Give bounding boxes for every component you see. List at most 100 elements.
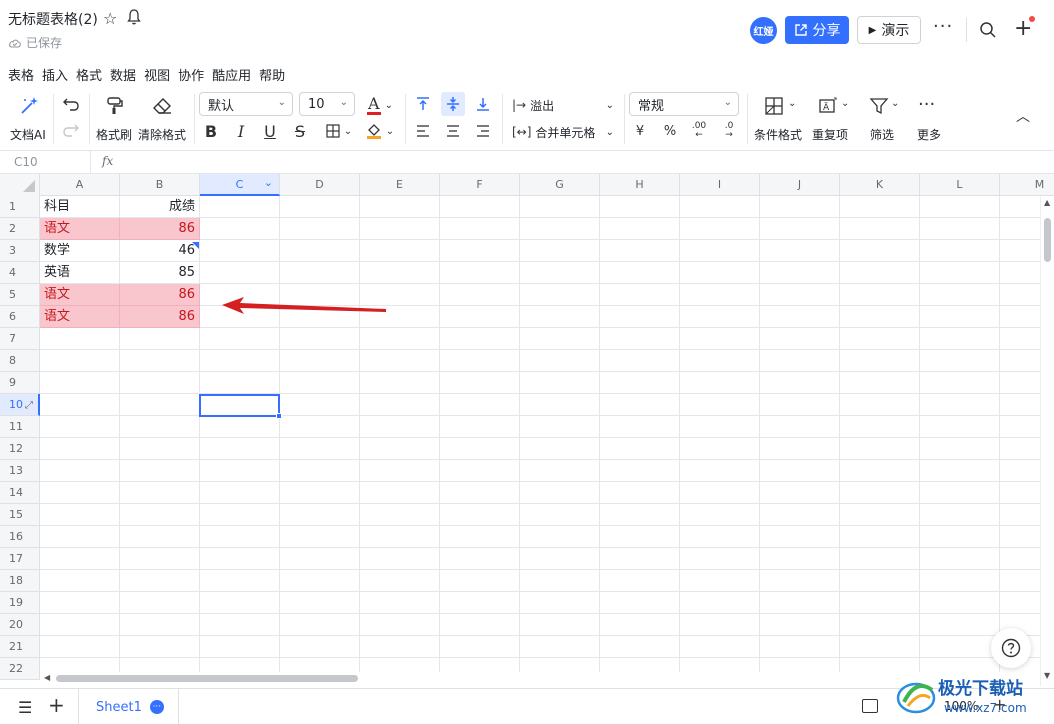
cell-l18[interactable] xyxy=(920,570,1000,592)
cell-f17[interactable] xyxy=(440,548,520,570)
redo-icon[interactable] xyxy=(62,122,80,138)
cell-l9[interactable] xyxy=(920,372,1000,394)
fill-handle[interactable] xyxy=(276,413,282,419)
cell-b4[interactable]: 85 xyxy=(120,262,200,284)
cell-l16[interactable] xyxy=(920,526,1000,548)
cell-b17[interactable] xyxy=(120,548,200,570)
cell-h1[interactable] xyxy=(600,196,680,218)
align-left-icon[interactable] xyxy=(415,123,431,139)
row-header-13[interactable]: 13 xyxy=(0,460,40,482)
more-icon[interactable]: ··· xyxy=(933,16,953,37)
cell-g13[interactable] xyxy=(520,460,600,482)
font-family-select[interactable]: 默认 ⌄ xyxy=(199,92,293,116)
cell-l6[interactable] xyxy=(920,306,1000,328)
cell-i19[interactable] xyxy=(680,592,760,614)
undo-icon[interactable] xyxy=(62,96,80,112)
cell-j15[interactable] xyxy=(760,504,840,526)
cell-f15[interactable] xyxy=(440,504,520,526)
cell-k19[interactable] xyxy=(840,592,920,614)
cell-h3[interactable] xyxy=(600,240,680,262)
cell-d2[interactable] xyxy=(280,218,360,240)
cell-j20[interactable] xyxy=(760,614,840,636)
cell-h2[interactable] xyxy=(600,218,680,240)
cell-d17[interactable] xyxy=(280,548,360,570)
cell-k5[interactable] xyxy=(840,284,920,306)
cell-i20[interactable] xyxy=(680,614,760,636)
cell-a3[interactable]: 数学 xyxy=(40,240,120,262)
cell-j3[interactable] xyxy=(760,240,840,262)
cell-j4[interactable] xyxy=(760,262,840,284)
cell-h4[interactable] xyxy=(600,262,680,284)
cell-e3[interactable] xyxy=(360,240,440,262)
cell-j17[interactable] xyxy=(760,548,840,570)
cell-e17[interactable] xyxy=(360,548,440,570)
cell-h14[interactable] xyxy=(600,482,680,504)
cell-d21[interactable] xyxy=(280,636,360,658)
help-button[interactable] xyxy=(991,628,1031,668)
cell-f11[interactable] xyxy=(440,416,520,438)
cell-b12[interactable] xyxy=(120,438,200,460)
scroll-up-icon[interactable]: ▲ xyxy=(1044,198,1050,207)
cell-h8[interactable] xyxy=(600,350,680,372)
row-header-2[interactable]: 2 xyxy=(0,218,40,240)
cell-e1[interactable] xyxy=(360,196,440,218)
row-header-14[interactable]: 14 xyxy=(0,482,40,504)
cell-g2[interactable] xyxy=(520,218,600,240)
cell-d3[interactable] xyxy=(280,240,360,262)
column-header-c[interactable]: C ⌄ xyxy=(200,174,280,196)
cell-f5[interactable] xyxy=(440,284,520,306)
cell-e19[interactable] xyxy=(360,592,440,614)
cell-i8[interactable] xyxy=(680,350,760,372)
cell-b19[interactable] xyxy=(120,592,200,614)
column-header-k[interactable]: K xyxy=(840,174,920,196)
cell-h5[interactable] xyxy=(600,284,680,306)
avatar[interactable]: 红娅 xyxy=(750,17,777,44)
column-header-a[interactable]: A xyxy=(40,174,120,196)
cell-l5[interactable] xyxy=(920,284,1000,306)
clear-format-button[interactable]: 清除格式 xyxy=(136,92,188,146)
cell-l7[interactable] xyxy=(920,328,1000,350)
cell-g16[interactable] xyxy=(520,526,600,548)
cell-b5[interactable]: 86 xyxy=(120,284,200,306)
row-header-9[interactable]: 9 xyxy=(0,372,40,394)
cell-e4[interactable] xyxy=(360,262,440,284)
cell-e11[interactable] xyxy=(360,416,440,438)
align-right-icon[interactable] xyxy=(475,123,491,139)
cell-e21[interactable] xyxy=(360,636,440,658)
cell-e14[interactable] xyxy=(360,482,440,504)
cell-i1[interactable] xyxy=(680,196,760,218)
cell-j19[interactable] xyxy=(760,592,840,614)
cell-a16[interactable] xyxy=(40,526,120,548)
cell-c19[interactable] xyxy=(200,592,280,614)
column-header-h[interactable]: H xyxy=(600,174,680,196)
cell-j21[interactable] xyxy=(760,636,840,658)
cell-h11[interactable] xyxy=(600,416,680,438)
column-header-b[interactable]: B xyxy=(120,174,200,196)
cell-a13[interactable] xyxy=(40,460,120,482)
row-header-4[interactable]: 4 xyxy=(0,262,40,284)
cell-d9[interactable] xyxy=(280,372,360,394)
cell-i17[interactable] xyxy=(680,548,760,570)
menu-item-data[interactable]: 数据 xyxy=(106,66,140,88)
align-center-icon[interactable] xyxy=(445,123,461,139)
vertical-scroll-thumb[interactable] xyxy=(1044,218,1051,262)
cell-k6[interactable] xyxy=(840,306,920,328)
cell-b11[interactable] xyxy=(120,416,200,438)
cell-k15[interactable] xyxy=(840,504,920,526)
cell-l10[interactable] xyxy=(920,394,1000,416)
cell-i16[interactable] xyxy=(680,526,760,548)
cell-e7[interactable] xyxy=(360,328,440,350)
cell-l19[interactable] xyxy=(920,592,1000,614)
cell-d12[interactable] xyxy=(280,438,360,460)
format-painter-button[interactable]: 格式刷 xyxy=(94,92,134,146)
conditional-format-button[interactable]: ⌄ 条件格式 xyxy=(752,92,806,146)
cell-a2[interactable]: 语文 xyxy=(40,218,120,240)
cell-b18[interactable] xyxy=(120,570,200,592)
filter-button[interactable]: ⌄ 筛选 xyxy=(862,92,904,146)
column-header-l[interactable]: L xyxy=(920,174,1000,196)
cell-d1[interactable] xyxy=(280,196,360,218)
align-top-icon[interactable] xyxy=(415,96,431,112)
cell-l12[interactable] xyxy=(920,438,1000,460)
cell-i15[interactable] xyxy=(680,504,760,526)
present-button[interactable]: ▶ 演示 xyxy=(857,16,921,44)
